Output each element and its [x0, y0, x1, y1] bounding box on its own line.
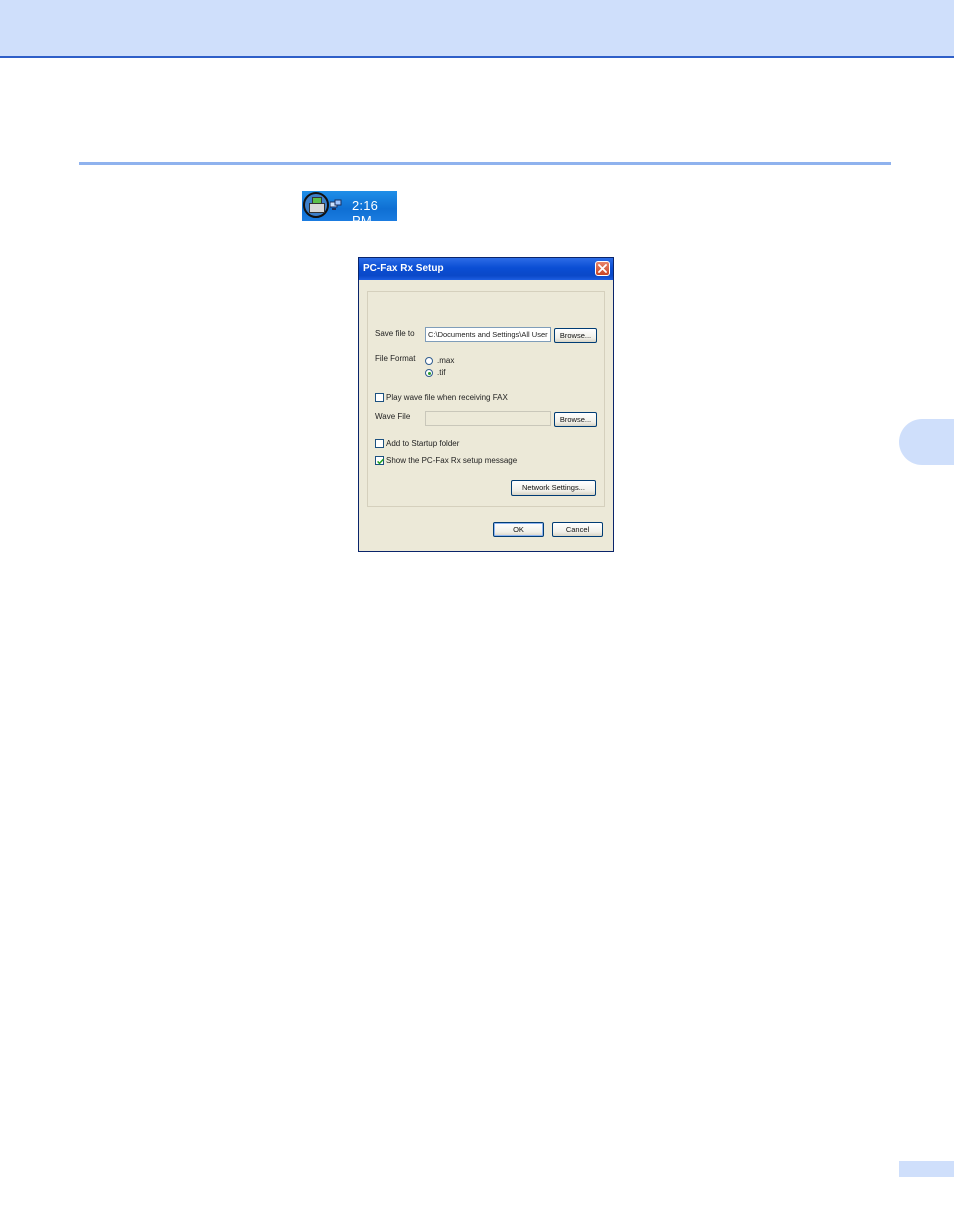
chapter-tab — [899, 419, 954, 465]
wave-file-label: Wave File — [375, 412, 411, 421]
checkmark-icon — [377, 458, 384, 465]
radio-max[interactable] — [425, 357, 433, 365]
close-icon — [598, 264, 607, 273]
wave-browse-button[interactable]: Browse... — [554, 412, 597, 427]
section-divider — [79, 162, 891, 165]
pc-fax-rx-tray-icon[interactable] — [303, 192, 329, 218]
pc-fax-rx-setup-dialog: PC-Fax Rx Setup Save file to C:\Document… — [358, 257, 614, 552]
close-button[interactable] — [595, 261, 610, 276]
wave-file-input[interactable] — [425, 411, 551, 426]
page-header-band — [0, 0, 954, 58]
tray-clock: 2:16 PM — [352, 198, 379, 228]
play-wave-checkbox[interactable] — [375, 393, 384, 402]
radio-max-label: .max — [437, 356, 455, 365]
add-startup-label: Add to Startup folder — [386, 439, 460, 448]
radio-tif-label: .tif — [437, 368, 446, 377]
fax-machine-icon — [309, 203, 325, 213]
play-wave-label: Play wave file when receiving FAX — [386, 393, 508, 402]
file-format-label: File Format — [375, 354, 416, 363]
save-file-to-input[interactable]: C:\Documents and Settings\All User — [425, 327, 551, 342]
show-message-label: Show the PC-Fax Rx setup message — [386, 456, 518, 465]
network-settings-button[interactable]: Network Settings... — [511, 480, 596, 496]
ok-button[interactable]: OK — [493, 522, 544, 537]
dialog-title: PC-Fax Rx Setup — [363, 263, 444, 274]
save-file-to-label: Save file to — [375, 329, 415, 338]
dialog-titlebar[interactable]: PC-Fax Rx Setup — [359, 258, 613, 280]
network-icon[interactable] — [330, 199, 342, 211]
show-message-checkbox[interactable] — [375, 456, 384, 465]
system-tray: 2:16 PM — [302, 191, 397, 228]
page-number-tab — [899, 1161, 954, 1177]
add-startup-checkbox[interactable] — [375, 439, 384, 448]
cancel-button[interactable]: Cancel — [552, 522, 603, 537]
radio-tif[interactable] — [425, 369, 433, 377]
save-browse-button[interactable]: Browse... — [554, 328, 597, 343]
